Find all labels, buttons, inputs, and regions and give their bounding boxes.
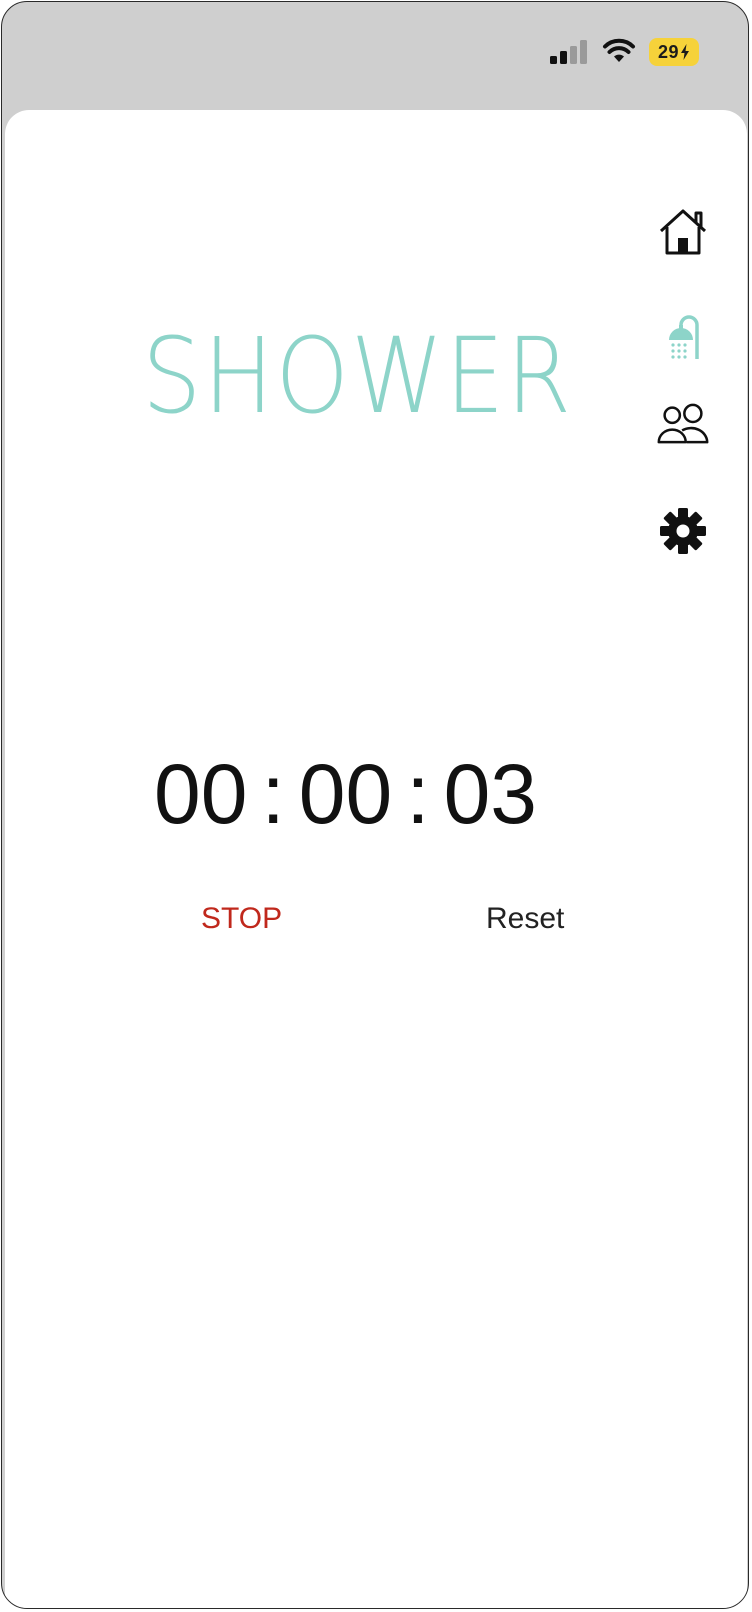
users-icon: [657, 403, 709, 444]
home-icon: [659, 209, 707, 255]
nav-item-users[interactable]: [652, 395, 714, 457]
timer-separator: :: [406, 747, 430, 841]
signal-bars-icon: [550, 40, 587, 64]
wifi-icon: [603, 38, 635, 62]
nav-item-shower[interactable]: [652, 308, 714, 370]
gear-icon: [660, 508, 706, 554]
shower-icon: [669, 315, 699, 359]
timer-seconds: 03: [443, 747, 537, 841]
nav-item-settings[interactable]: [652, 500, 714, 562]
page-title: SHOWER: [142, 315, 574, 437]
status-bar: 29: [2, 2, 748, 110]
battery-badge: 29: [649, 38, 699, 66]
nav-item-home[interactable]: [652, 202, 714, 264]
timer-hours: 00: [154, 747, 248, 841]
stop-button[interactable]: STOP: [201, 904, 282, 934]
reset-button[interactable]: Reset: [486, 904, 564, 934]
battery-level: 29: [657, 41, 680, 62]
timer-minutes: 00: [298, 747, 393, 841]
shower-timer: 00 : 00 : 03: [154, 752, 614, 836]
phone-screen: 29 SHOWER 00: 00: 03 STOP Reset: [1, 1, 749, 1609]
bolt-icon: [681, 44, 690, 60]
timer-separator: :: [261, 747, 285, 841]
